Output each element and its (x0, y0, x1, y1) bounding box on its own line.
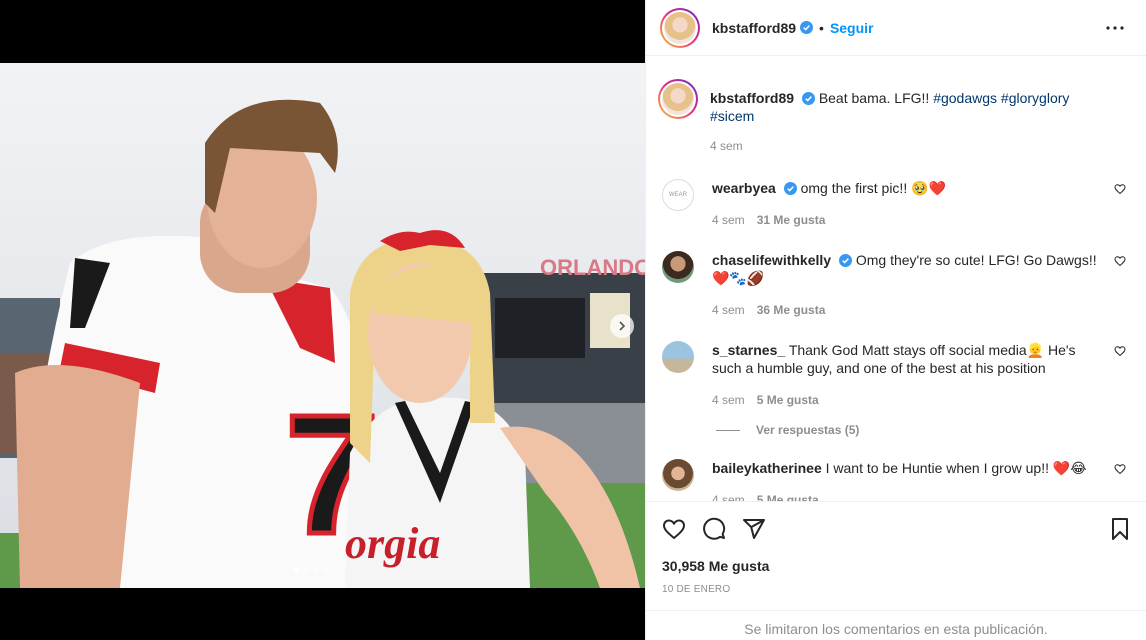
verified-badge-icon (801, 92, 815, 105)
comment-likes[interactable]: 5 Me gusta (757, 393, 819, 407)
share-send-icon[interactable] (742, 517, 766, 541)
comment-bubble-icon[interactable] (702, 517, 726, 541)
comment-time[interactable]: 4 sem (712, 303, 745, 317)
comment-text: I want to be Huntie when I grow up!! ❤️😂 (825, 460, 1087, 476)
commenter-avatar[interactable] (662, 251, 694, 283)
comment-username[interactable]: wearbyea (712, 180, 776, 196)
view-replies-button[interactable]: Ver respuestas (5) (716, 423, 1130, 437)
more-horizontal-icon (1106, 26, 1124, 30)
view-replies-label: Ver respuestas (5) (756, 423, 860, 437)
caption-text: Beat bama. LFG!! (818, 90, 930, 106)
author-avatar[interactable] (658, 79, 698, 119)
comment-time[interactable]: 4 sem (712, 393, 745, 407)
header-separator: • (819, 19, 824, 36)
comment-likes[interactable]: 5 Me gusta (757, 493, 819, 501)
like-comment-heart-icon[interactable] (1114, 345, 1126, 357)
comment-username[interactable]: s_starnes_ (712, 342, 785, 358)
svg-text:orgia: orgia (345, 519, 440, 568)
like-comment-heart-icon[interactable] (1114, 183, 1126, 195)
slide-dot (323, 567, 329, 573)
post-header: kbstafford89 • Seguir (646, 0, 1146, 56)
comment-item: chaselifewithkelly Omg they're so cute! … (662, 251, 1130, 319)
slide-dot (313, 567, 319, 573)
author-username[interactable]: kbstafford89 (712, 20, 796, 36)
likes-count[interactable]: 30,958 Me gusta (662, 558, 1130, 574)
post-actions: 30,958 Me gusta 10 DE ENERO (646, 501, 1146, 595)
comment-username[interactable]: baileykatherinee (712, 460, 822, 476)
comments-limited-notice: Se limitaron los comentarios en esta pub… (646, 610, 1146, 640)
caption-time[interactable]: 4 sem (710, 139, 743, 153)
slide-dot (293, 567, 299, 573)
action-icons (662, 502, 1130, 556)
comment-item: baileykatherinee I want to be Huntie whe… (662, 459, 1130, 501)
more-options-button[interactable] (1104, 17, 1126, 39)
like-comment-heart-icon[interactable] (1114, 255, 1126, 267)
replies-divider (716, 429, 740, 431)
instagram-post-modal: ORLANDO 7 orgia kbstafford89 • Seguir kb… (0, 0, 1146, 640)
caption-username[interactable]: kbstafford89 (710, 90, 794, 106)
comment-likes[interactable]: 36 Me gusta (757, 303, 826, 317)
comments-list: kbstafford89 Beat bama. LFG!! #godawgs #… (646, 57, 1146, 501)
post-caption: kbstafford89 Beat bama. LFG!! #godawgs #… (658, 57, 1130, 155)
comment-item: WEAR wearbyea omg the first pic!! 🥹❤️ 4 … (662, 179, 1130, 229)
verified-badge-icon (800, 21, 814, 34)
comment-username[interactable]: chaselifewithkelly (712, 252, 831, 268)
svg-text:ORLANDO: ORLANDO (540, 255, 645, 280)
author-avatar[interactable] (660, 7, 700, 48)
post-photo: ORLANDO 7 orgia (0, 63, 645, 588)
like-comment-heart-icon[interactable] (1114, 463, 1126, 475)
comment-text: omg the first pic!! 🥹❤️ (800, 180, 946, 196)
slide-indicator (293, 567, 329, 573)
comments-limited-text: Se limitaron los comentarios en esta pub… (744, 621, 1048, 637)
follow-button[interactable]: Seguir (830, 20, 874, 36)
commenter-avatar[interactable] (662, 341, 694, 373)
comment-likes[interactable]: 31 Me gusta (757, 213, 826, 227)
comment-item: s_starnes_ Thank God Matt stays off soci… (662, 341, 1130, 409)
next-slide-button[interactable] (610, 314, 634, 338)
slide-dot (303, 567, 309, 573)
commenter-avatar[interactable]: WEAR (662, 179, 694, 211)
post-media: ORLANDO 7 orgia (0, 0, 645, 640)
post-side-panel: kbstafford89 • Seguir kbstafford89 Beat … (645, 0, 1146, 640)
like-heart-icon[interactable] (662, 517, 686, 541)
comment-time[interactable]: 4 sem (712, 493, 745, 501)
post-date[interactable]: 10 DE ENERO (662, 584, 1130, 595)
comment-time[interactable]: 4 sem (712, 213, 745, 227)
commenter-avatar[interactable] (662, 459, 694, 491)
chevron-right-icon (619, 321, 626, 331)
bookmark-icon[interactable] (1108, 517, 1132, 541)
verified-badge-icon (783, 182, 797, 195)
verified-badge-icon (838, 254, 852, 267)
